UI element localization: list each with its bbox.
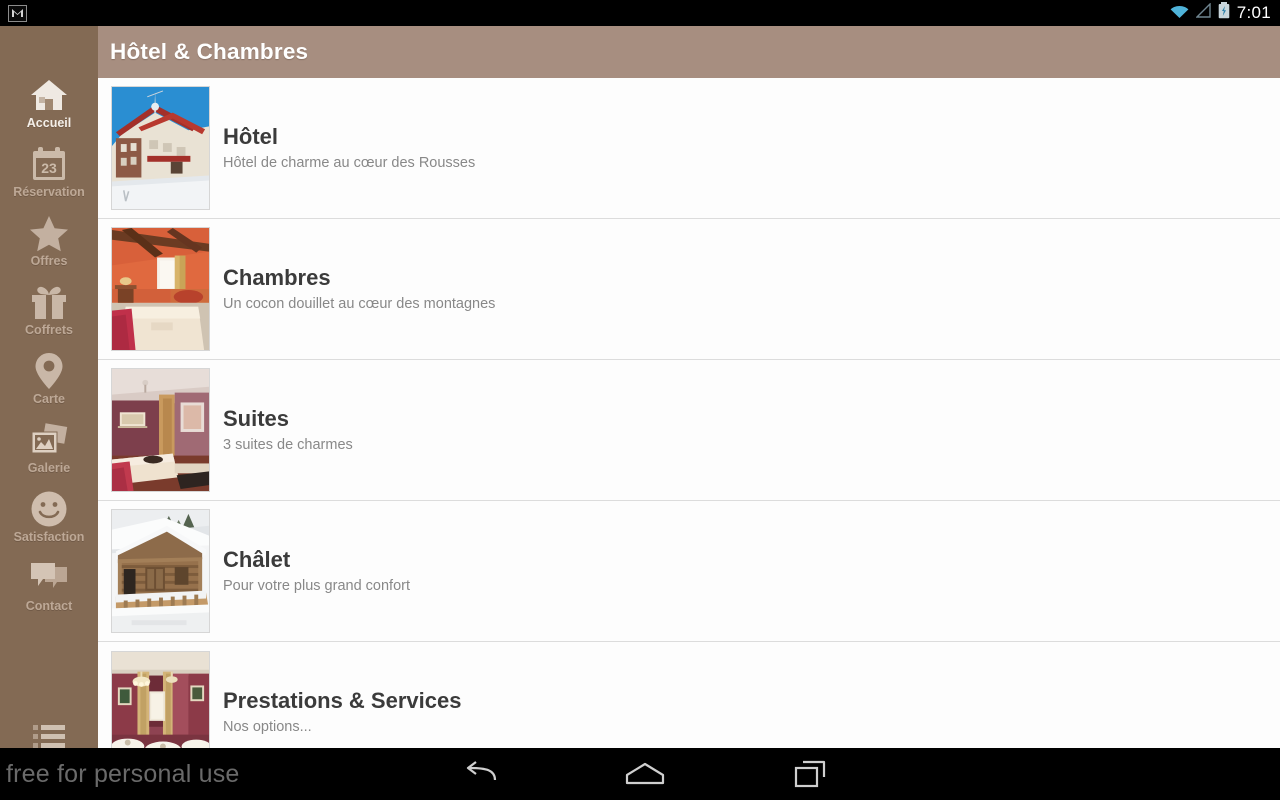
sidebar-item-label: Coffrets (25, 323, 73, 337)
chat-bubbles-icon (29, 559, 69, 597)
list-item[interactable]: Châlet Pour votre plus grand confort (98, 501, 1280, 642)
sidebar-item-label: Carte (33, 392, 65, 406)
system-nav-buttons (430, 748, 860, 800)
app-header: Hôtel & Chambres (98, 26, 1280, 78)
status-clock: 7:01 (1236, 3, 1271, 22)
sidebar-item-label: Contact (25, 599, 73, 613)
list-item-text: Suites 3 suites de charmes (223, 406, 353, 455)
battery-charging-icon (1218, 2, 1230, 24)
list-item-subtitle: Un cocon douillet au cœur des montagnes (223, 295, 496, 312)
android-tablet-screen: 7:01 Accueil 23 Réservation Offres Coffr… (0, 0, 1280, 800)
page-title: Hôtel & Chambres (110, 39, 309, 64)
list-menu-icon[interactable] (0, 723, 98, 751)
status-bar: 7:01 (0, 0, 1280, 26)
sidebar-item-reservation[interactable]: 23 Réservation (0, 145, 98, 214)
sidebar-item-carte[interactable]: Carte (0, 352, 98, 421)
map-pin-icon (34, 352, 64, 390)
sidebar-item-satisfaction[interactable]: Satisfaction (0, 490, 98, 559)
list-item-title: Prestations & Services (223, 688, 462, 713)
home-button[interactable] (595, 748, 695, 800)
sidebar-item-contact[interactable]: Contact (0, 559, 98, 628)
list-item[interactable]: Chambres Un cocon douillet au cœur des m… (98, 219, 1280, 360)
list-item-title: Chambres (223, 264, 331, 290)
list-item-thumbnail (111, 368, 210, 492)
wifi-icon (1170, 3, 1189, 23)
sidebar-item-label: Satisfaction (13, 530, 85, 544)
svg-text:23: 23 (41, 160, 57, 176)
list-item-subtitle: Pour votre plus grand confort (223, 577, 410, 594)
sidebar-navigation: Accueil 23 Réservation Offres Coffrets C… (0, 26, 98, 800)
list-item-thumbnail (111, 86, 210, 210)
list-item-subtitle: Nos options... (223, 719, 312, 735)
back-button[interactable] (430, 748, 530, 800)
content-area: Hôtel & Chambres Hôtel Hôtel de charme a… (98, 26, 1280, 800)
list-item-title: Châlet (223, 546, 291, 572)
gmail-icon[interactable] (8, 4, 27, 22)
sidebar-item-label: Accueil (26, 116, 72, 130)
list-item-text: Hôtel Hôtel de charme au cœur des Rousse… (223, 124, 475, 173)
list-item-subtitle: 3 suites de charmes (223, 436, 353, 453)
list-item-text: Châlet Pour votre plus grand confort (223, 547, 410, 596)
photos-icon (29, 421, 69, 459)
sidebar-item-label: Offres (30, 254, 68, 268)
list-item[interactable]: Suites 3 suites de charmes (98, 360, 1280, 501)
list-item-thumbnail (111, 509, 210, 633)
list-item-text: Prestations & Services Nos options... (223, 688, 461, 737)
watermark-text: free for personal use (6, 759, 240, 788)
list-item-subtitle: Hôtel de charme au cœur des Rousses (223, 154, 476, 171)
calendar-icon: 23 (30, 145, 68, 183)
back-arrow-icon (466, 761, 497, 781)
sidebar-item-label: Galerie (27, 461, 71, 475)
smiley-icon (30, 490, 68, 528)
list-item[interactable]: Hôtel Hôtel de charme au cœur des Rousse… (98, 78, 1280, 219)
sidebar-item-galerie[interactable]: Galerie (0, 421, 98, 490)
gift-icon (29, 283, 69, 321)
status-icons-group: 7:01 (1170, 2, 1280, 24)
list-item-title: Hôtel (223, 123, 278, 149)
signal-triangle-icon (1195, 2, 1211, 23)
system-navigation-bar: free for personal use (0, 748, 1280, 800)
list-item-text: Chambres Un cocon douillet au cœur des m… (223, 265, 495, 314)
category-list: Hôtel Hôtel de charme au cœur des Rousse… (98, 78, 1280, 783)
list-item-title: Suites (223, 405, 290, 431)
recents-button[interactable] (760, 748, 860, 800)
sidebar-item-label: Réservation (13, 185, 85, 199)
home-outline-icon (625, 762, 665, 785)
list-item-thumbnail (111, 227, 210, 351)
recents-squares-icon (794, 760, 826, 788)
sidebar-item-accueil[interactable]: Accueil (0, 76, 98, 145)
star-icon (29, 214, 69, 252)
sidebar-item-offres[interactable]: Offres (0, 214, 98, 283)
home-icon (29, 76, 69, 114)
sidebar-item-coffrets[interactable]: Coffrets (0, 283, 98, 352)
